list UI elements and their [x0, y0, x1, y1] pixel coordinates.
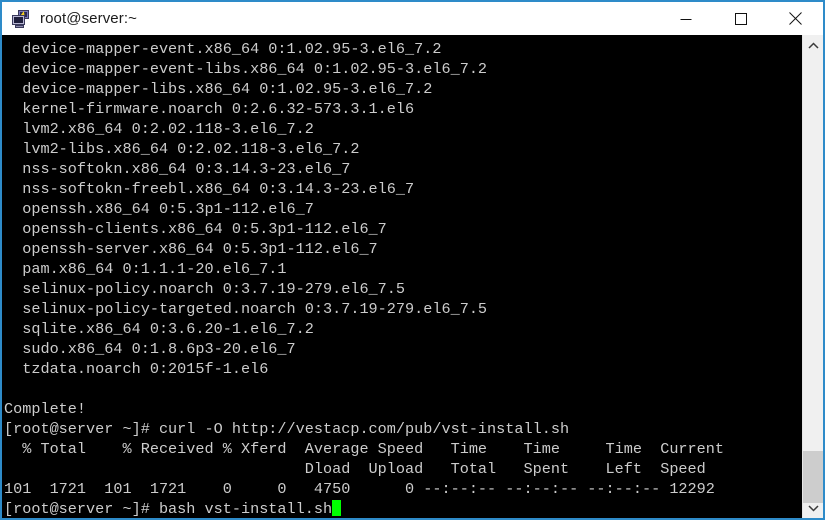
terminal-output-area[interactable]: device-mapper-event.x86_64 0:1.02.95-3.e… [2, 35, 802, 518]
terminal-text: device-mapper-event.x86_64 0:1.02.95-3.e… [2, 39, 802, 518]
terminal-line: openssh.x86_64 0:5.3p1-112.el6_7 [4, 200, 314, 218]
title-bar-left: root@server:~ [2, 9, 658, 29]
terminal-line: openssh-clients.x86_64 0:5.3p1-112.el6_7 [4, 220, 387, 238]
terminal-scrollbar[interactable] [802, 35, 823, 518]
terminal-window: root@server:~ device-mapper-event.x86_64… [0, 0, 825, 520]
window-controls [658, 2, 823, 35]
terminal-line: tzdata.noarch 0:2015f-1.el6 [4, 360, 269, 378]
terminal-line: lvm2.x86_64 0:2.02.118-3.el6_7.2 [4, 120, 314, 138]
terminal-line: kernel-firmware.noarch 0:2.6.32-573.3.1.… [4, 100, 415, 118]
title-bar[interactable]: root@server:~ [2, 2, 823, 35]
terminal-line: nss-softokn-freebl.x86_64 0:3.14.3-23.el… [4, 180, 415, 198]
terminal-line: nss-softokn.x86_64 0:3.14.3-23.el6_7 [4, 160, 351, 178]
terminal-line: selinux-policy-targeted.noarch 0:3.7.19-… [4, 300, 488, 318]
scrollbar-thumb[interactable] [803, 451, 823, 503]
terminal-prompt-line: [root@server ~]# bash vst-install.sh [4, 499, 802, 518]
terminal-line: pam.x86_64 0:1.1.1-20.el6_7.1 [4, 260, 287, 278]
terminal-line: 101 1721 101 1721 0 0 4750 0 --:--:-- --… [4, 480, 715, 498]
putty-terminal-icon [11, 9, 31, 29]
terminal-line: % Total % Received % Xferd Average Speed… [4, 440, 725, 458]
scroll-down-button[interactable] [803, 497, 823, 518]
terminal-cursor [332, 500, 342, 516]
close-button[interactable] [768, 2, 823, 35]
terminal-command-text: [root@server ~]# bash vst-install.sh [4, 500, 333, 518]
terminal-line: openssh-server.x86_64 0:5.3p1-112.el6_7 [4, 240, 378, 258]
terminal-line: device-mapper-event.x86_64 0:1.02.95-3.e… [4, 40, 442, 58]
terminal-line: [root@server ~]# curl -O http://vestacp.… [4, 420, 570, 438]
terminal-line: device-mapper-libs.x86_64 0:1.02.95-3.el… [4, 80, 433, 98]
terminal-line: Dload Upload Total Spent Left Speed [4, 460, 706, 478]
minimize-button[interactable] [658, 2, 713, 35]
window-title: root@server:~ [40, 10, 137, 27]
terminal-line: sudo.x86_64 0:1.8.6p3-20.el6_7 [4, 340, 296, 358]
scroll-up-button[interactable] [803, 35, 823, 56]
maximize-button[interactable] [713, 2, 768, 35]
terminal-line: lvm2-libs.x86_64 0:2.02.118-3.el6_7.2 [4, 140, 360, 158]
terminal-line: sqlite.x86_64 0:3.6.20-1.el6_7.2 [4, 320, 314, 338]
terminal-line: selinux-policy.noarch 0:3.7.19-279.el6_7… [4, 280, 406, 298]
scrollbar-track[interactable] [803, 56, 823, 503]
terminal-line: Complete! [4, 400, 87, 418]
terminal-line: device-mapper-event-libs.x86_64 0:1.02.9… [4, 60, 488, 78]
